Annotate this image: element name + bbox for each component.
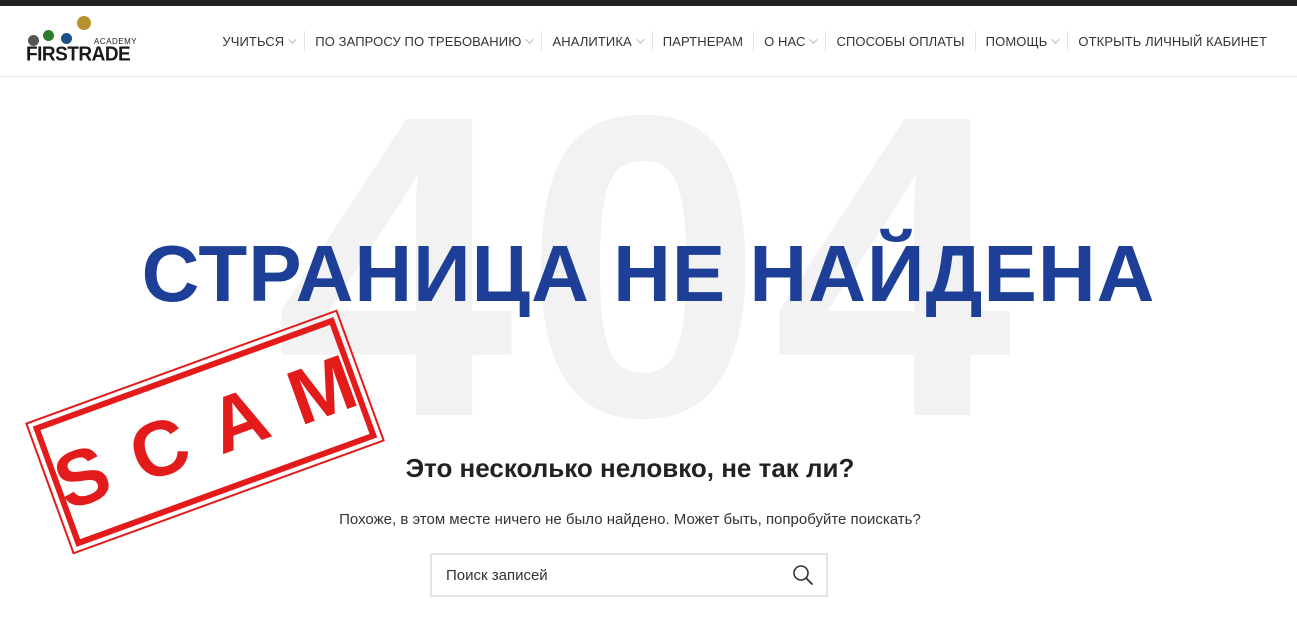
- search-form: [430, 553, 828, 597]
- error-description: Похоже, в этом месте ничего не было найд…: [339, 511, 921, 528]
- search-icon[interactable]: [792, 564, 814, 586]
- logo-dot-gold: [77, 16, 91, 30]
- logo-dot-green: [43, 30, 54, 41]
- logo-dot-blue: [61, 33, 72, 44]
- search-input[interactable]: [432, 555, 786, 595]
- error-subtitle: Это несколько неловко, не так ли?: [405, 453, 855, 483]
- page-title: СТРАНИЦА НЕ НАЙДЕНА: [141, 229, 1156, 318]
- nav-item-8[interactable]: ОТКРЫТЬ ЛИЧНЫЙ КАБИНЕТ: [1067, 31, 1277, 51]
- nav-item-label: ОТКРЫТЬ ЛИЧНЫЙ КАБИНЕТ: [1078, 33, 1267, 49]
- chevron-down-icon: [1051, 35, 1061, 44]
